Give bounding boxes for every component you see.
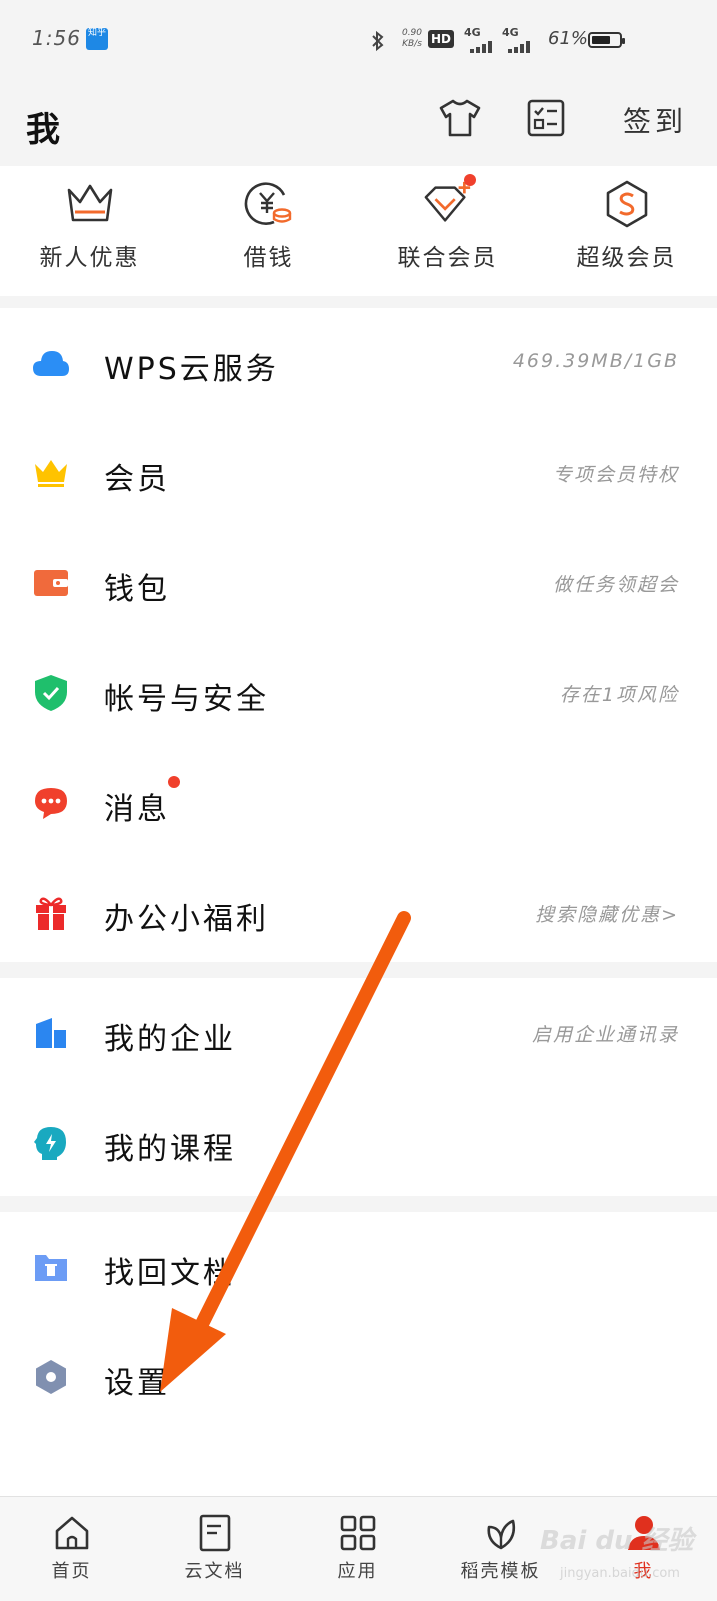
crown-icon (32, 454, 70, 492)
row-label: 钱包 (104, 572, 170, 607)
vip-label: 新人优惠 (39, 245, 140, 271)
nav-label: 稻壳模板 (460, 1561, 541, 1582)
gift-icon (32, 894, 70, 932)
crown-outline-icon (64, 178, 116, 230)
row-my-courses[interactable]: 我的课程 (0, 1088, 717, 1198)
row-desc: 存在1项风险 (559, 684, 679, 706)
home-icon (52, 1513, 92, 1553)
recover-folder-icon (32, 1248, 70, 1286)
yen-coin-icon (243, 178, 295, 230)
s-hexagon-icon (601, 178, 653, 230)
row-my-enterprise[interactable]: 我的企业 启用企业通讯录 (0, 978, 717, 1088)
status-time: 1:56 (32, 26, 81, 50)
notification-dot (168, 776, 180, 788)
apps-icon (338, 1513, 378, 1553)
section-settings: 找回文档 设置 (0, 1212, 717, 1496)
row-desc: 专项会员特权 (552, 464, 679, 486)
net-speed: 0.90 KB/s (401, 28, 423, 49)
vip-label: 联合会员 (397, 245, 498, 271)
vip-item-joint[interactable]: 联合会员 (358, 166, 537, 296)
battery-icon (588, 32, 625, 48)
cloud-icon (32, 344, 70, 382)
tshirt-icon (439, 99, 481, 137)
row-settings[interactable]: 设置 (0, 1322, 717, 1432)
status-bar: 1:56 知乎 0.90 KB/s HD 4G 4G 61% (0, 0, 717, 80)
vip-item-super[interactable]: 超级会员 (537, 166, 716, 296)
nav-label: 首页 (51, 1561, 92, 1582)
shield-check-icon (32, 674, 70, 712)
bluetooth-icon (368, 30, 388, 52)
settings-icon (32, 1358, 70, 1396)
skin-tshirt-button[interactable] (438, 96, 482, 140)
nav-apps[interactable]: 应用 (286, 1497, 429, 1601)
wallet-icon (32, 564, 70, 602)
row-desc: 469.39MB/1GB (512, 350, 679, 372)
nav-label: 云文档 (184, 1561, 245, 1582)
course-icon (32, 1124, 70, 1162)
section-enterprise: 我的企业 启用企业通讯录 我的课程 (0, 978, 717, 1196)
nav-cloud-docs[interactable]: 云文档 (143, 1497, 286, 1601)
row-label: 会员 (104, 462, 170, 497)
row-desc: 搜索隐藏优惠> (535, 904, 679, 926)
vip-item-newcomer[interactable]: 新人优惠 (0, 166, 179, 296)
notification-dot (463, 174, 476, 186)
signal-bars-2-icon (508, 38, 534, 57)
vip-row: 新人优惠 借钱 联合会员 超级会员 (0, 166, 717, 296)
row-label: 找回文档 (104, 1256, 236, 1291)
page-header: 我 签到 (0, 80, 717, 167)
watermark-logo: Bai du 经验 (540, 1526, 694, 1556)
row-desc: 启用企业通讯录 (531, 1024, 679, 1046)
vip-item-loan[interactable]: 借钱 (179, 166, 358, 296)
vip-label: 借钱 (243, 245, 294, 271)
section-main: WPS云服务 469.39MB/1GB 会员 专项会员特权 钱包 做任务领超会 … (0, 308, 717, 962)
zhihu-app-icon: 知乎 (86, 28, 108, 50)
row-label: WPS云服务 (104, 352, 279, 387)
row-label: 消息 (104, 792, 170, 827)
battery-percent: 61% (548, 28, 589, 49)
row-label: 帐号与安全 (104, 682, 269, 717)
vip-label: 超级会员 (576, 245, 677, 271)
row-desc: 做任务领超会 (552, 574, 679, 596)
row-wallet[interactable]: 钱包 做任务领超会 (0, 528, 717, 638)
row-office-benefits[interactable]: 办公小福利 搜索隐藏优惠> (0, 858, 717, 968)
row-label: 我的企业 (104, 1022, 236, 1057)
signal-bars-1-icon (470, 38, 496, 57)
leaf-icon (481, 1513, 521, 1553)
hd-badge: HD (428, 30, 455, 48)
document-icon (195, 1513, 235, 1553)
row-label: 我的课程 (104, 1132, 236, 1167)
checklist-icon (527, 99, 565, 137)
row-messages[interactable]: 消息 (0, 748, 717, 858)
watermark-url: jingyan.baidu.com (560, 1566, 680, 1581)
nav-home[interactable]: 首页 (0, 1497, 143, 1601)
enterprise-icon (32, 1014, 70, 1052)
row-wps-cloud[interactable]: WPS云服务 469.39MB/1GB (0, 308, 717, 418)
zhihu-label: 知乎 (87, 28, 106, 38)
row-recover-documents[interactable]: 找回文档 (0, 1212, 717, 1322)
checkin-button[interactable]: 签到 (623, 100, 687, 140)
tasks-button[interactable] (524, 96, 568, 140)
row-membership[interactable]: 会员 专项会员特权 (0, 418, 717, 528)
row-label: 办公小福利 (104, 902, 269, 937)
row-account-security[interactable]: 帐号与安全 存在1项风险 (0, 638, 717, 748)
nav-label: 应用 (337, 1561, 378, 1582)
page-title: 我 (26, 110, 60, 150)
message-icon (32, 784, 70, 822)
row-label: 设置 (104, 1366, 170, 1401)
diamond-plus-icon (422, 174, 476, 230)
